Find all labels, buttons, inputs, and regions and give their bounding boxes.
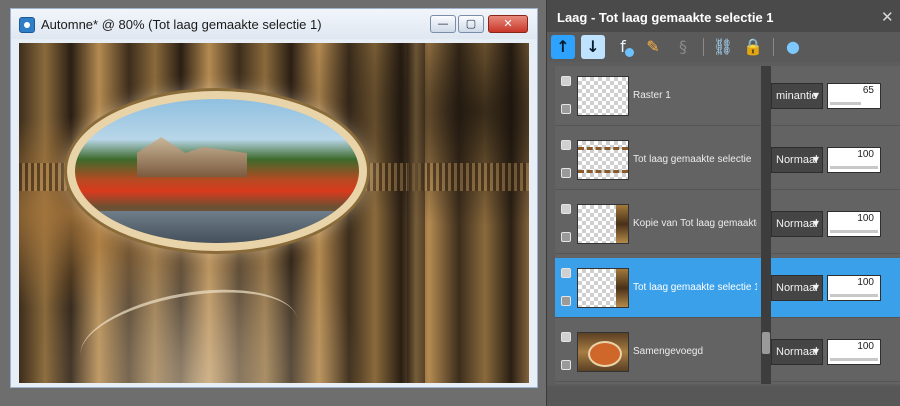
opacity-track (830, 102, 861, 105)
layer-row[interactable]: Tot laag gemaakte selectie Normaal ▼ 100 (555, 130, 900, 190)
canvas-vertical-bar (407, 43, 425, 383)
house-shape (137, 137, 247, 177)
layers-panel-header[interactable]: Laag - Tot laag gemaakte selectie 1 ✕ (547, 0, 900, 32)
opacity-track (830, 294, 878, 297)
opacity-slider[interactable]: 65 (827, 83, 881, 109)
panel-bottom-bar (547, 386, 900, 406)
mask-toggle-icon[interactable] (561, 360, 571, 370)
opacity-value: 100 (857, 341, 874, 352)
opacity-value: 100 (857, 149, 874, 160)
layer-name: Tot laag gemaakte selectie (633, 154, 752, 165)
close-icon[interactable]: ✕ (881, 8, 894, 26)
visibility-eye-icon[interactable] (561, 268, 571, 278)
layer-name: Raster 1 (633, 90, 671, 101)
opacity-slider[interactable]: 100 (827, 275, 881, 301)
link-disabled-icon: § (679, 37, 687, 56)
blend-mode-select[interactable]: Normaal ▼ (771, 275, 823, 301)
water-shape (75, 211, 359, 243)
blend-mode-value: Normaal (776, 282, 818, 294)
visibility-eye-icon[interactable] (561, 204, 571, 214)
opacity-value: 65 (862, 85, 874, 96)
mask-toggle-icon[interactable] (561, 296, 571, 306)
image-window-title: Automne* @ 80% (Tot laag gemaakte select… (41, 17, 322, 32)
visibility-eye-icon[interactable] (561, 332, 571, 342)
thumbnail-strip (616, 269, 628, 307)
chevron-down-icon: ▼ (812, 219, 819, 228)
chevron-down-icon: ▼ (812, 91, 819, 100)
layer-name: Samengevoegd (633, 346, 704, 357)
chevron-down-icon: ▼ (812, 347, 819, 356)
blend-mode-select[interactable]: minantie ▼ (771, 83, 823, 109)
thumbnail-selection-strips (578, 147, 628, 173)
blend-mode-value: minantie (776, 90, 818, 102)
layer-thumbnail (577, 76, 629, 116)
layers-panel-title: Laag - Tot laag gemaakte selectie 1 (557, 10, 774, 25)
move-layer-down-icon[interactable]: ↓ (581, 35, 605, 59)
opacity-value: 100 (857, 213, 874, 224)
maximize-button[interactable]: ▢ (458, 15, 484, 33)
opacity-value: 100 (857, 277, 874, 288)
layer-row-selected[interactable]: Tot laag gemaakte selectie 1 Normaal ▼ 10… (555, 258, 900, 318)
opacity-track (830, 358, 878, 361)
layer-row[interactable]: Kopie van Tot laag gemaakte s Normaal ▼ 1… (555, 194, 900, 254)
chevron-down-icon: ▼ (812, 155, 819, 164)
image-canvas[interactable] (19, 43, 529, 383)
mask-toggle-icon[interactable] (561, 232, 571, 242)
image-window-titlebar[interactable]: Automne* @ 80% (Tot laag gemaakte select… (11, 9, 537, 39)
layer-row[interactable]: Raster 1 minantie ▼ 65 (555, 66, 900, 126)
link-layers-icon[interactable]: ⛓ (711, 35, 735, 59)
opacity-slider[interactable]: 100 (827, 211, 881, 237)
thumbnail-strip (616, 205, 628, 243)
layer-effects-icon[interactable]: f (611, 35, 635, 59)
layer-name: Tot laag gemaakte selectie 1 (633, 282, 757, 293)
blend-mode-value: Normaal (776, 154, 818, 166)
visibility-eye-icon[interactable] (561, 140, 571, 150)
move-layer-up-icon[interactable]: ↑ (551, 35, 575, 59)
close-button[interactable]: ✕ (488, 15, 528, 33)
toolbar-separator (703, 38, 704, 56)
toolbar-separator (773, 38, 774, 56)
opacity-slider[interactable]: 100 (827, 147, 881, 173)
minimize-button[interactable]: — (430, 15, 456, 33)
opacity-slider[interactable]: 100 (827, 339, 881, 365)
image-window[interactable]: Automne* @ 80% (Tot laag gemaakte select… (10, 8, 538, 388)
blend-mode-select[interactable]: Normaal ▼ (771, 211, 823, 237)
layers-panel[interactable]: Laag - Tot laag gemaakte selectie 1 ✕ ↑ … (546, 0, 900, 406)
layer-thumbnail (577, 268, 629, 308)
canvas-swirl-decoration (72, 274, 306, 383)
mask-icon[interactable]: ● (781, 35, 805, 59)
paintshop-doc-icon (19, 17, 35, 33)
paint-layer-icon[interactable]: ✎ (641, 35, 665, 59)
visibility-eye-icon[interactable] (561, 76, 571, 86)
opacity-track (830, 166, 878, 169)
blend-mode-select[interactable]: Normaal ▼ (771, 147, 823, 173)
layer-name: Kopie van Tot laag gemaakte s (633, 218, 757, 229)
lock-icon[interactable]: 🔒 (741, 35, 765, 59)
layers-list: Raster 1 minantie ▼ 65 Tot laag gemaakte … (555, 66, 900, 384)
layer-thumbnail (577, 204, 629, 244)
blend-mode-value: Normaal (776, 346, 818, 358)
blend-mode-select[interactable]: Normaal ▼ (771, 339, 823, 365)
layer-row[interactable]: Samengevoegd Normaal ▼ 100 (555, 322, 900, 382)
layers-toolbar: ↑ ↓ f ✎ § ⛓ 🔒 ● (547, 32, 900, 62)
opacity-track (830, 230, 878, 233)
layer-thumbnail (577, 140, 629, 180)
mask-toggle-icon[interactable] (561, 168, 571, 178)
layer-thumbnail (577, 332, 629, 372)
chevron-down-icon: ▼ (812, 283, 819, 292)
mask-toggle-icon[interactable] (561, 104, 571, 114)
autumn-landscape-oval (67, 91, 367, 251)
blend-mode-value: Normaal (776, 218, 818, 230)
splitter-handle[interactable] (762, 332, 770, 354)
